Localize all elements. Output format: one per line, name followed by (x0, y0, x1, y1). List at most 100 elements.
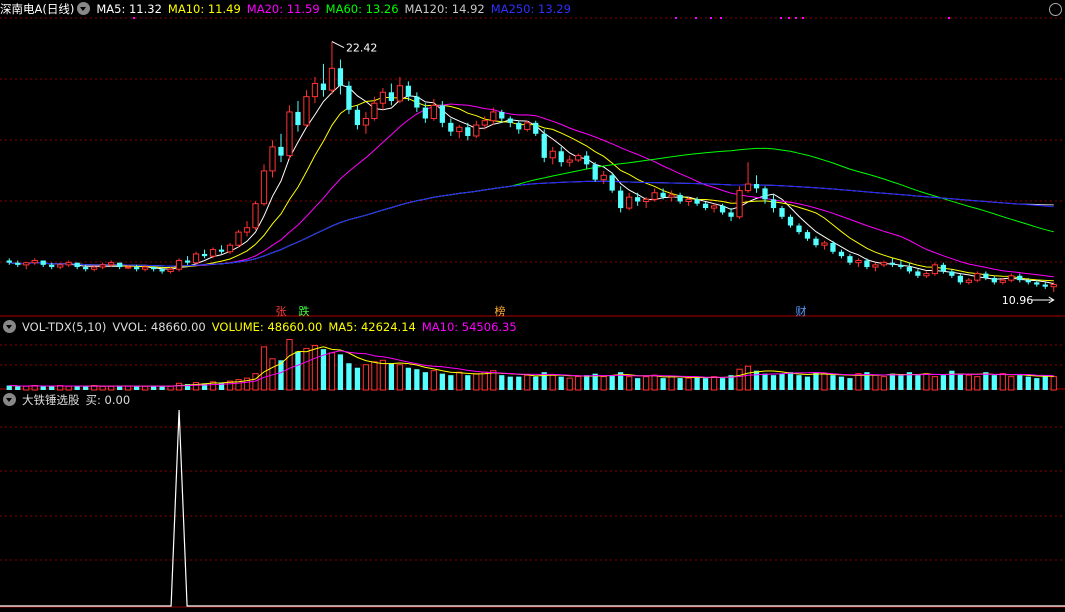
candle-down (830, 243, 836, 252)
volume-bar-up (141, 385, 149, 391)
event-marker-2: 榜 (495, 304, 506, 318)
candle-down (541, 133, 547, 158)
candle-down (295, 111, 301, 126)
volume-bar-up (192, 382, 200, 391)
volume-bar-up (736, 368, 743, 391)
candle-down (422, 107, 428, 119)
candle-up (651, 192, 658, 200)
volume-bar-up (575, 376, 582, 391)
ma250-line (9, 180, 1054, 267)
volume-bar-down (405, 367, 411, 390)
candle-up (490, 111, 497, 122)
volume-bar-up (710, 376, 718, 391)
candle-down (201, 253, 208, 257)
event-dot (948, 17, 950, 19)
candle-down (40, 260, 46, 265)
candle-up (1050, 284, 1057, 288)
candle-down (796, 225, 802, 233)
signal-line (0, 409, 1065, 607)
volume-bar-up (685, 377, 692, 391)
candle-up (710, 205, 718, 209)
event-marker-3: 财 (796, 304, 807, 318)
candle-down (405, 85, 411, 97)
candle-down (388, 92, 395, 102)
event-dot (795, 17, 797, 19)
volume-bar-down (133, 386, 140, 390)
candle-down (1025, 280, 1031, 283)
candle-up (269, 146, 276, 172)
volume-bar-up (286, 338, 293, 391)
volume-bar-up (99, 385, 106, 391)
candle-up (328, 67, 336, 91)
candle-down (660, 192, 666, 198)
volume-bar-up (108, 385, 115, 391)
candle-up (192, 253, 200, 264)
candle-up (855, 259, 862, 264)
volume-bar-down (796, 375, 802, 390)
candle-down (915, 271, 921, 276)
candle-up (643, 198, 650, 203)
volume-bar-down (779, 373, 785, 390)
volume-bar-down (787, 372, 794, 390)
volume-bar-down (1042, 375, 1048, 390)
vol-ma10-line (9, 350, 1054, 387)
candle-up (252, 203, 259, 229)
candle-up (91, 266, 98, 270)
candle-down (592, 164, 598, 180)
candle-down (804, 232, 811, 239)
volume-bar-up (371, 361, 378, 391)
candle-up (872, 264, 879, 268)
volume-bar-down (677, 378, 683, 390)
candle-up (57, 264, 64, 268)
candle-down (991, 277, 997, 283)
volume-bar-down (533, 376, 539, 390)
event-marker-1: 跌 (299, 304, 310, 318)
volume-bar-up (252, 373, 259, 391)
volume-bar-down (957, 373, 963, 390)
volume-bar-down (40, 386, 46, 390)
volume-bar-down (414, 369, 420, 390)
volume-bar-up (175, 382, 183, 391)
candle-down (983, 273, 989, 278)
volume-bar-down (889, 373, 896, 390)
volume-bar-down (940, 375, 946, 390)
event-marker-0: 张 (276, 305, 287, 318)
candle-up (65, 262, 72, 266)
volume-bar-down (337, 354, 344, 390)
volume-bar-down (1017, 375, 1023, 390)
candle-down (618, 190, 624, 209)
candle-up (243, 227, 251, 233)
candle-up (999, 279, 1006, 283)
candle-down (218, 249, 225, 252)
candle-up (524, 122, 531, 130)
volume-bar-down (770, 375, 777, 390)
volume-bar-down (991, 375, 997, 390)
candle-down (949, 271, 955, 276)
ma60-line (9, 147, 1054, 267)
candle-down (150, 267, 157, 270)
volume-bar-down (74, 386, 80, 390)
kline-chart[interactable]: 22.42 10.96 张跌 榜 财 (0, 0, 1065, 612)
volume-bar-up (473, 373, 480, 391)
volume-bar-up (923, 373, 930, 391)
candle-up (549, 150, 556, 159)
volume-bar-down (609, 375, 615, 390)
candle-up (235, 231, 242, 246)
candle-up (430, 104, 437, 119)
candle-down (337, 68, 344, 86)
volume-bar-up (872, 374, 879, 391)
event-dot (788, 17, 790, 19)
volume-bar-down (949, 370, 955, 390)
candle-down (1017, 275, 1023, 281)
volume-bar-up (600, 376, 607, 391)
candle-down (940, 264, 946, 272)
volume-bar-down (584, 375, 590, 390)
candle-down (635, 197, 641, 202)
volume-bar-up (430, 370, 437, 391)
volume-bar-down (753, 370, 760, 390)
candle-down (1034, 282, 1040, 285)
candlesticks (6, 41, 1057, 304)
candle-down (813, 238, 819, 246)
candle-up (821, 242, 828, 246)
candle-up (736, 190, 743, 218)
